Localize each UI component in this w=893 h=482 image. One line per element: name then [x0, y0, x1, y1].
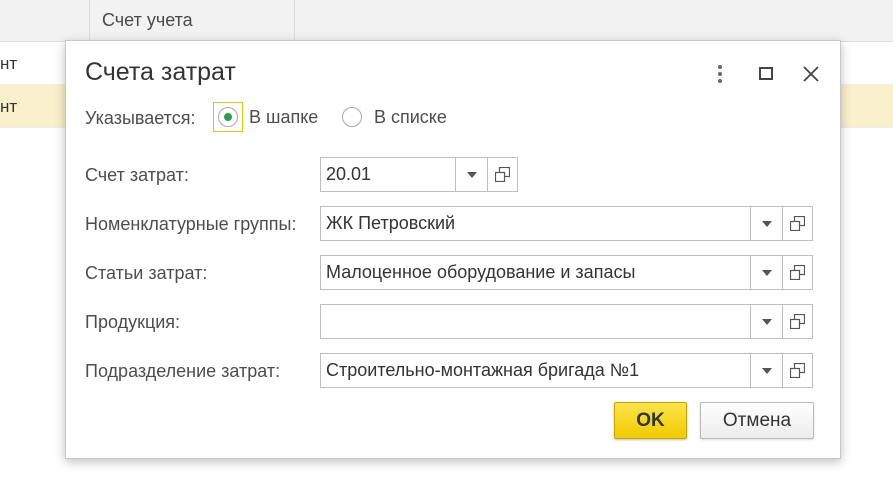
- open-form-icon[interactable]: [487, 158, 517, 191]
- radio-button[interactable]: [342, 107, 362, 127]
- field-label-cost-account: Счет затрат:: [85, 165, 189, 185]
- ok-button[interactable]: OK: [614, 402, 687, 439]
- field-label-cost-items: Статьи затрат:: [85, 263, 208, 283]
- cost-account-field[interactable]: 20.01: [320, 157, 518, 192]
- column-separator: [294, 0, 295, 41]
- dialog-title: Счета затрат: [85, 58, 236, 86]
- chevron-down-icon[interactable]: [455, 158, 487, 191]
- products-field[interactable]: [320, 304, 813, 339]
- radio-label: В списке: [374, 106, 447, 127]
- close-icon[interactable]: [798, 61, 824, 87]
- cost-accounts-dialog: Счета затрат Указывается: В шапке В спис…: [65, 40, 841, 459]
- maximize-icon[interactable]: [753, 61, 779, 87]
- radio-focus-frame: [213, 102, 243, 132]
- radio-dot: [224, 113, 232, 121]
- chevron-down-icon[interactable]: [750, 256, 782, 289]
- mode-label: Указывается:: [85, 108, 196, 128]
- field-value[interactable]: 20.01: [321, 158, 455, 191]
- open-form-icon[interactable]: [782, 305, 812, 338]
- open-form-icon[interactable]: [782, 354, 812, 387]
- open-form-icon[interactable]: [782, 256, 812, 289]
- cost-department-field[interactable]: Строительно-монтажная бригада №1: [320, 353, 813, 388]
- column-separator: [89, 0, 90, 41]
- field-value[interactable]: ЖК Петровский: [321, 207, 750, 240]
- open-form-icon[interactable]: [782, 207, 812, 240]
- radio-header-option[interactable]: В шапке: [213, 101, 318, 133]
- column-header-account[interactable]: Счет учета: [102, 10, 193, 31]
- field-label-nomenclature-groups: Номенклатурные группы:: [85, 214, 297, 234]
- field-value[interactable]: [321, 305, 750, 338]
- chevron-down-icon[interactable]: [750, 207, 782, 240]
- chevron-down-icon[interactable]: [750, 305, 782, 338]
- radio-label: В шапке: [249, 106, 319, 127]
- field-label-products: Продукция:: [85, 312, 181, 332]
- cancel-button[interactable]: Отмена: [700, 402, 814, 439]
- field-value[interactable]: Малоценное оборудование и запасы: [321, 256, 750, 289]
- more-vertical-icon[interactable]: [707, 61, 733, 87]
- table-cell: нт: [0, 54, 18, 73]
- radio-list-option[interactable]: В списке: [342, 101, 447, 133]
- field-label-cost-department: Подразделение затрат:: [85, 361, 281, 381]
- nomenclature-groups-field[interactable]: ЖК Петровский: [320, 206, 813, 241]
- table-header: Счет учета: [0, 0, 893, 42]
- chevron-down-icon[interactable]: [750, 354, 782, 387]
- radio-button-selected[interactable]: [218, 107, 238, 127]
- field-value[interactable]: Строительно-монтажная бригада №1: [321, 354, 750, 387]
- cost-items-field[interactable]: Малоценное оборудование и запасы: [320, 255, 813, 290]
- table-cell: нт: [0, 97, 18, 116]
